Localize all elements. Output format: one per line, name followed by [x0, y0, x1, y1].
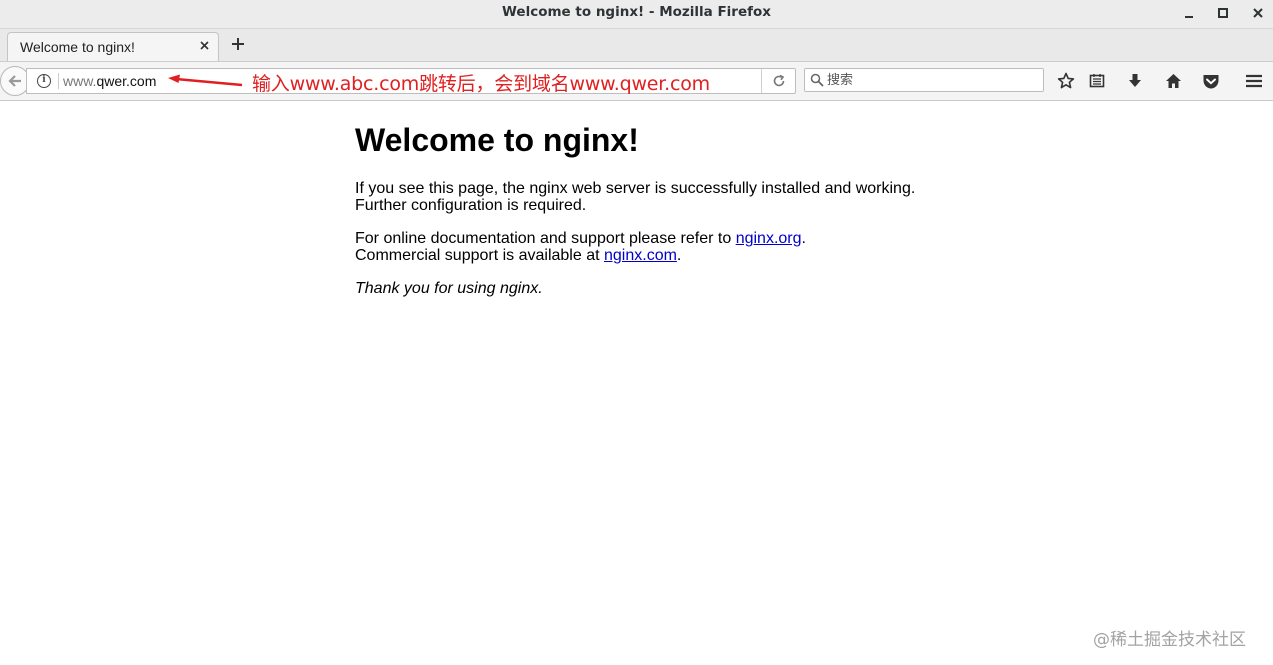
back-arrow-icon: [8, 75, 21, 87]
page-heading: Welcome to nginx!: [355, 122, 639, 158]
nginx-org-link[interactable]: nginx.org: [736, 230, 802, 247]
docs-line: For online documentation and support ple…: [355, 230, 806, 247]
maximize-icon: [1218, 8, 1228, 18]
tab-welcome-nginx[interactable]: Welcome to nginx!: [7, 32, 219, 61]
close-window-button[interactable]: [1247, 3, 1269, 23]
home-icon: [1165, 74, 1181, 88]
star-icon: [1057, 72, 1075, 89]
url-prefix: www.: [63, 73, 97, 89]
tab-label: Welcome to nginx!: [20, 39, 135, 55]
intro-line-2: Further configuration is required.: [355, 197, 587, 214]
info-icon[interactable]: i: [37, 74, 51, 88]
annotation-text: 输入www.abc.com跳转后，会到域名www.qwer.com: [252, 73, 710, 95]
annotation-arrow: [168, 74, 243, 87]
menu-button[interactable]: [1243, 70, 1265, 92]
downloads-button[interactable]: [1124, 70, 1146, 92]
search-input[interactable]: [827, 70, 1037, 90]
hamburger-menu-icon: [1246, 74, 1262, 88]
url-text[interactable]: www.qwer.com: [63, 73, 156, 89]
docs-text: For online documentation and support ple…: [355, 230, 736, 247]
search-bar[interactable]: [804, 68, 1044, 92]
nginx-com-link[interactable]: nginx.com: [604, 247, 677, 264]
navigation-toolbar: i www.qwer.com 输入www.abc.com跳转后，会到域名www.…: [0, 62, 1273, 101]
commercial-text: Commercial support is available at: [355, 247, 604, 264]
maximize-button[interactable]: [1212, 3, 1234, 23]
download-icon: [1129, 74, 1141, 87]
new-tab-button[interactable]: [229, 33, 247, 55]
intro-line-1: If you see this page, the nginx web serv…: [355, 180, 916, 197]
home-button[interactable]: [1162, 70, 1184, 92]
minimize-button[interactable]: [1178, 3, 1200, 23]
reload-button[interactable]: [761, 69, 795, 93]
pocket-button[interactable]: [1200, 70, 1222, 92]
tab-strip: Welcome to nginx!: [0, 29, 1273, 62]
url-host: qwer.com: [96, 73, 157, 89]
commercial-line: Commercial support is available at nginx…: [355, 247, 681, 264]
tab-close-icon[interactable]: [196, 38, 212, 54]
window-titlebar: Welcome to nginx! - Mozilla Firefox: [0, 0, 1273, 29]
thanks-line: Thank you for using nginx.: [355, 280, 543, 297]
window-title: Welcome to nginx! - Mozilla Firefox: [502, 4, 771, 20]
reload-icon: [773, 74, 784, 87]
pocket-icon: [1203, 74, 1219, 88]
close-icon: [1253, 8, 1263, 18]
search-icon: [810, 73, 824, 87]
reading-list-icon: [1089, 74, 1105, 88]
plus-icon: [232, 38, 244, 50]
bookmark-button[interactable]: [1055, 70, 1077, 92]
commercial-period: .: [676, 247, 682, 264]
docs-period: .: [801, 230, 806, 247]
reading-list-button[interactable]: [1086, 70, 1108, 92]
url-divider: [58, 73, 59, 89]
watermark: @稀土掘金技术社区: [1093, 630, 1246, 650]
minimize-icon: [1185, 16, 1193, 18]
